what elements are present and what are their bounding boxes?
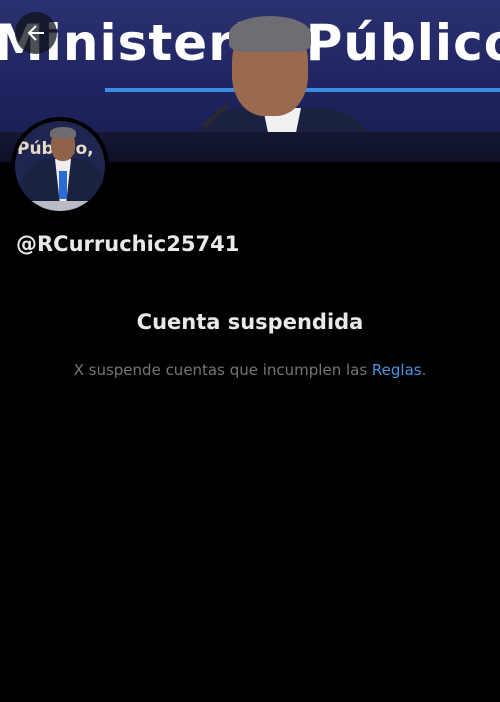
banner-person-hair [229, 16, 311, 52]
suspension-message: X suspende cuentas que incumplen las Reg… [0, 361, 500, 379]
profile-handle: @RCurruchic25741 [16, 232, 240, 256]
suspension-title: Cuenta suspendida [136, 310, 364, 334]
avatar[interactable]: Público, [11, 117, 109, 215]
avatar-person-hair [50, 127, 76, 138]
arrow-left-icon [27, 25, 44, 41]
rules-link[interactable]: Reglas [372, 361, 422, 379]
suspension-message-period: . [421, 361, 427, 379]
avatar-person-tie [59, 171, 67, 199]
back-button[interactable] [15, 12, 57, 54]
avatar-desk [15, 201, 105, 211]
suspension-message-text: X suspende cuentas que incumplen las [73, 361, 372, 379]
